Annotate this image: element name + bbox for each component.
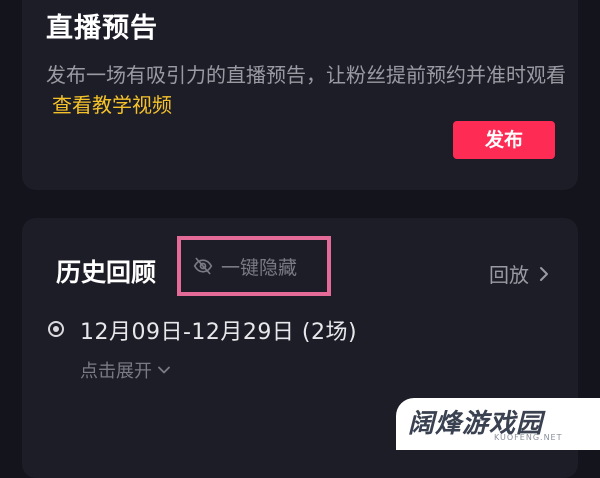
- watermark-subtext: KUOFENG.NET: [494, 433, 563, 442]
- expand-label: 点击展开: [80, 361, 152, 382]
- replay-label: 回放: [489, 263, 529, 287]
- history-title: 历史回顾: [56, 258, 157, 287]
- eye-off-icon: [193, 256, 213, 276]
- preview-description: 发布一场有吸引力的直播预告，让粉丝提前预约并准时观看查看教学视频: [46, 60, 566, 120]
- one-click-hide-label: 一键隐藏: [221, 256, 298, 279]
- publish-button[interactable]: 发布: [453, 121, 555, 159]
- history-date-range[interactable]: 12月09日-12月29日 (2场): [80, 314, 357, 346]
- replay-link[interactable]: 回放: [489, 259, 549, 288]
- one-click-hide-button[interactable]: 一键隐藏: [177, 236, 331, 296]
- preview-title: 直播预告: [46, 13, 158, 44]
- preview-description-text: 发布一场有吸引力的直播预告，让粉丝提前预约并准时观看: [46, 63, 566, 87]
- tutorial-video-link[interactable]: 查看教学视频: [52, 93, 172, 117]
- history-entry-radio[interactable]: [48, 321, 64, 337]
- chevron-down-icon: [158, 366, 170, 374]
- chevron-right-icon: [539, 266, 549, 282]
- expand-toggle[interactable]: 点击展开: [80, 357, 170, 383]
